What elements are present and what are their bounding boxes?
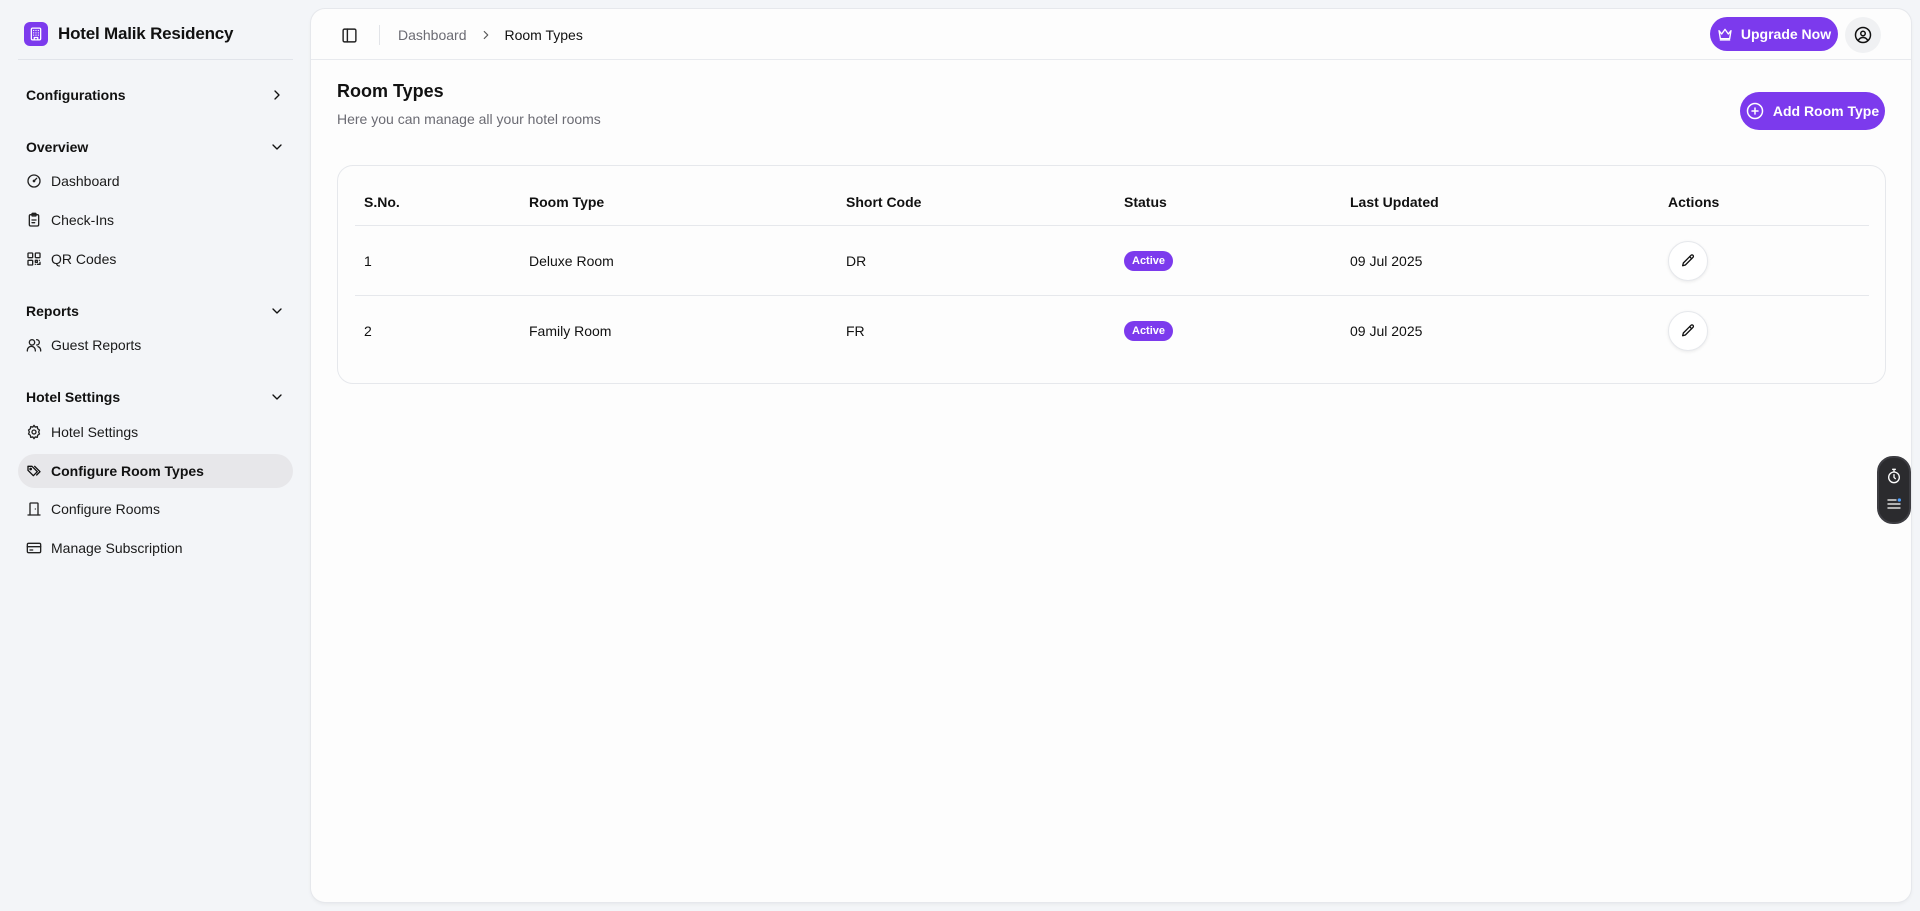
chevron-down-icon [272,394,282,400]
sidebar-item-qr-codes[interactable]: QR Codes [18,242,293,276]
sidebar-group-overview[interactable]: Overview [18,133,293,161]
sidebar-item-label: Check-Ins [51,212,115,228]
sidebar-item-configure-rooms[interactable]: Configure Rooms [18,492,293,526]
sidebar-item-guest-reports[interactable]: Guest Reports [18,328,293,362]
edit-button[interactable] [1668,240,1708,281]
sidebar: Hotel Malik Residency Configurations Ove… [0,0,310,911]
column-header-actions: Actions [1668,193,1720,210]
gauge-icon [27,174,41,188]
edit-button[interactable] [1668,311,1708,351]
sidebar-item-label: Configure Room Types [51,463,204,479]
sidebar-group-reports[interactable]: Reports [18,297,293,325]
table-row: 2 Family Room FR Active 09 Jul 2025 [355,296,1869,366]
cell-status: Active [1124,250,1174,271]
plus-circle-icon [1746,102,1764,120]
add-room-type-button[interactable]: Add Room Type [1740,92,1885,130]
chevron-down-icon [272,308,282,314]
building-icon [24,22,48,46]
sidebar-item-label: QR Codes [51,251,117,267]
breadcrumb: Dashboard Room Types [398,25,583,45]
sidebar-item-check-ins[interactable]: Check-Ins [18,203,293,237]
gear-icon [27,424,41,440]
tags-icon [27,465,41,477]
sidebar-divider [18,59,293,60]
sidebar-item-dashboard[interactable]: Dashboard [18,164,293,198]
column-header-last-updated: Last Updated [1350,193,1439,210]
sidebar-group-hotel-settings[interactable]: Hotel Settings [18,383,293,411]
sidebar-group-label: Hotel Settings [26,389,121,405]
pencil-icon [1682,324,1695,337]
sidebar-item-manage-subscription[interactable]: Manage Subscription [18,531,293,565]
cell-sno: 1 [364,252,372,269]
room-types-table: S.No. Room Type Short Code Status Last U… [355,178,1869,366]
cell-short-code: FR [846,323,865,339]
column-header-sno: S.No. [364,193,400,210]
column-header-status: Status [1124,193,1167,210]
sidebar-item-label: Hotel Settings [51,424,139,440]
add-room-type-label: Add Room Type [1772,103,1880,119]
sidebar-group-label: Overview [26,139,89,155]
breadcrumb-current: Room Types [504,27,583,43]
status-badge: Active [1124,250,1174,271]
cell-room-type: Family Room [529,323,612,339]
column-header-room-type: Room Type [529,193,605,210]
cell-short-code: DR [846,252,867,269]
cell-last-updated: 09 Jul 2025 [1350,252,1423,269]
cell-status: Active [1124,321,1174,341]
sidebar-item-hotel-settings[interactable]: Hotel Settings [18,415,293,449]
credit-card-icon [26,542,42,554]
sidebar-item-label: Manage Subscription [51,540,183,556]
upgrade-now-label: Upgrade Now [1740,26,1832,42]
topbar-divider [379,25,380,45]
brand-name: Hotel Malik Residency [58,24,234,43]
floating-tools-widget [1877,456,1911,524]
main-panel: Dashboard Room Types Upgrade Now Room Ty… [311,9,1911,902]
user-circle-icon [1854,26,1872,44]
column-header-short-code: Short Code [846,193,922,210]
sidebar-item-configure-room-types[interactable]: Configure Room Types [18,454,293,488]
cell-last-updated: 09 Jul 2025 [1350,323,1423,339]
chevron-right-icon [274,90,280,100]
crown-icon [1718,28,1732,41]
door-icon [27,502,41,516]
clipboard-icon [28,212,40,227]
chevron-right-icon [483,30,488,40]
sidebar-group-configurations[interactable]: Configurations [18,81,293,109]
sidebar-item-label: Dashboard [51,173,120,189]
users-icon [26,339,42,352]
breadcrumb-dashboard[interactable]: Dashboard [398,27,467,43]
sidebar-toggle-button[interactable] [337,23,361,47]
upgrade-now-button[interactable]: Upgrade Now [1710,17,1838,51]
cell-sno: 2 [364,323,372,339]
pencil-icon [1682,253,1695,266]
table-header-row: S.No. Room Type Short Code Status Last U… [355,178,1869,226]
user-menu-button[interactable] [1845,17,1881,53]
sidebar-item-label: Guest Reports [51,337,142,353]
panel-left-icon [341,27,357,43]
chevron-down-icon [272,144,282,150]
status-badge: Active [1124,321,1174,341]
table-row: 1 Deluxe Room DR Active 09 Jul 2025 [355,226,1869,296]
task-list-button[interactable] [1886,496,1902,512]
list-icon [1887,498,1901,509]
room-types-table-card: S.No. Room Type Short Code Status Last U… [337,165,1886,384]
brand[interactable]: Hotel Malik Residency [24,22,234,46]
sidebar-item-label: Configure Rooms [51,501,160,517]
page-title: Room Types [337,81,444,101]
page-subtitle: Here you can manage all your hotel rooms [337,111,601,127]
stopwatch-icon [1888,468,1900,484]
qr-code-icon [27,252,41,266]
sidebar-group-label: Reports [26,303,79,319]
sidebar-group-label: Configurations [26,87,126,103]
cell-room-type: Deluxe Room [529,252,614,269]
topbar: Dashboard Room Types Upgrade Now [311,9,1911,60]
timer-button[interactable] [1886,468,1902,484]
